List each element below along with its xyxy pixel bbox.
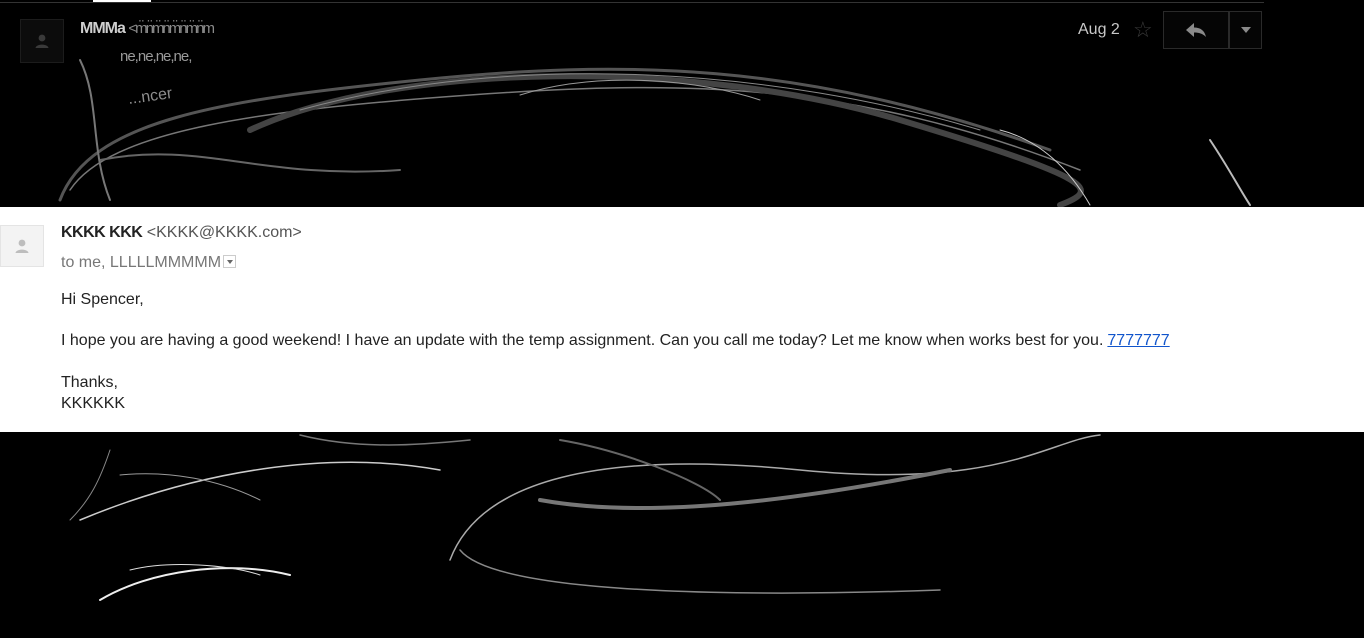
person-icon	[35, 34, 49, 48]
message-closing: Thanks,	[61, 374, 118, 391]
star-icon[interactable]: ☆	[1133, 17, 1153, 43]
sender-name: KKKK KKK	[61, 224, 143, 241]
message-paragraph: I hope you are having a good weekend! I …	[61, 332, 1170, 350]
sender-line[interactable]: MMMa <m̈n̈m̈n̈m̈n̈m̈n̈m	[80, 20, 215, 38]
sender-avatar	[20, 19, 64, 63]
message-greeting: Hi Spencer,	[61, 291, 144, 308]
recipients-line[interactable]: to me, LLLLLMMMMM	[61, 254, 237, 272]
sender-avatar	[0, 225, 44, 267]
recipients-line[interactable]: ne,ne,ne,ne,	[120, 48, 192, 65]
divider	[93, 0, 151, 2]
reply-icon	[1186, 23, 1206, 37]
phone-link[interactable]: 7777777	[1107, 332, 1169, 349]
sender-name: MMMa	[80, 20, 126, 37]
expanded-message: KKKK KKK <KKKK@KKKK.com> to me, LLLLLMMM…	[0, 207, 1364, 432]
sender-line[interactable]: KKKK KKK <KKKK@KKKK.com>	[61, 224, 302, 242]
show-details-icon[interactable]	[223, 255, 237, 269]
message-paragraph-text: I hope you are having a good weekend! I …	[61, 332, 1104, 349]
person-icon	[15, 239, 29, 253]
divider	[0, 2, 1264, 3]
more-options-button[interactable]	[1229, 11, 1262, 49]
reply-button[interactable]	[1163, 11, 1229, 49]
chevron-down-icon	[1240, 27, 1251, 33]
sender-address: <m̈n̈m̈n̈m̈n̈m̈n̈m	[128, 20, 215, 37]
message-signature: KKKKKK	[61, 395, 126, 412]
recipients-text: to me, LLLLLMMMMM	[61, 254, 222, 271]
sender-address: <KKKK@KKKK.com>	[146, 224, 302, 241]
message-date: Aug 2	[1078, 21, 1120, 38]
